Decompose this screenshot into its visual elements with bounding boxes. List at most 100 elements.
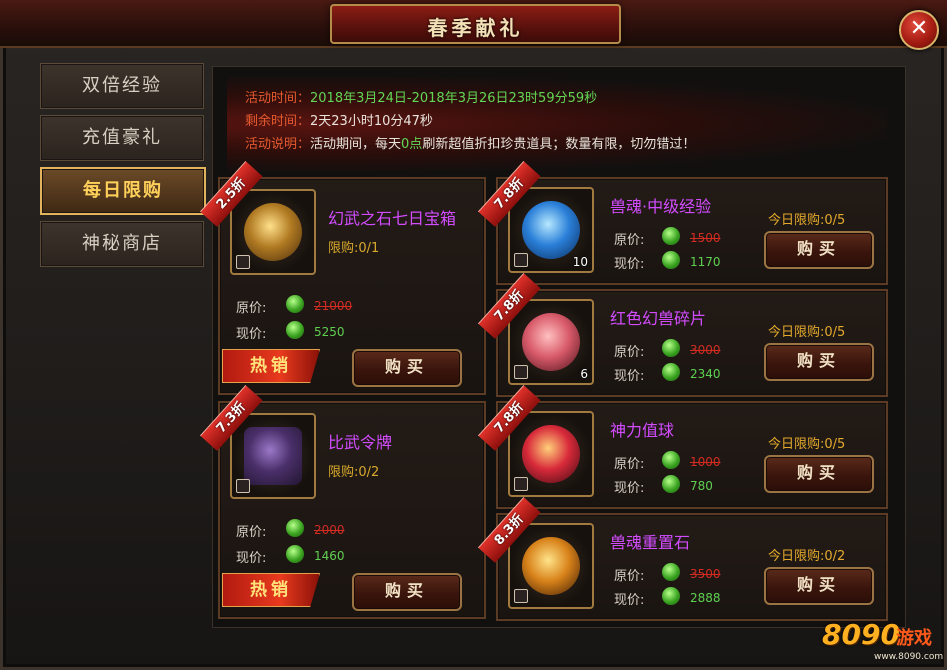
token-icon[interactable] bbox=[230, 413, 316, 499]
orig-price-label: 原价: bbox=[614, 233, 645, 248]
cur-price-label: 现价: bbox=[614, 257, 645, 272]
coin-icon bbox=[662, 363, 680, 381]
orig-price-label: 原价: bbox=[614, 569, 645, 584]
watermark-logo: 8090 游戏 www.8090.com bbox=[822, 618, 943, 664]
item-name: 神力值球 bbox=[610, 421, 675, 440]
watermark-text: 游戏 bbox=[896, 628, 932, 649]
remain-time-line: 剩余时间：2天23小时10分47秒 bbox=[245, 110, 433, 129]
treasure-chest-icon[interactable] bbox=[230, 189, 316, 275]
cur-price-label: 现价: bbox=[236, 327, 267, 342]
power-orb-icon[interactable] bbox=[508, 411, 594, 497]
hot-badge: 热销 bbox=[222, 573, 320, 607]
buy-button[interactable]: 购买 bbox=[764, 343, 874, 381]
item-count: 10 bbox=[572, 255, 588, 269]
cur-price-label: 现价: bbox=[614, 481, 645, 496]
item-image bbox=[244, 427, 302, 485]
coin-icon bbox=[662, 227, 680, 245]
remain-time-value: 2天23小时10分47秒 bbox=[310, 114, 433, 129]
coin-icon bbox=[286, 545, 304, 563]
item-card: 7.3折 比武令牌 限购:0/2 原价: 2000 现价: 1460 热销 购买 bbox=[199, 384, 486, 619]
item-card: 6 7.8折 红色幻兽碎片 今日限购:0/5 原价: 3000 现价: 2340… bbox=[477, 272, 888, 397]
today-limit: 今日限购:0/5 bbox=[768, 325, 846, 340]
old-price: 1500 bbox=[690, 231, 721, 245]
lock-icon bbox=[514, 253, 528, 267]
cur-price-label: 现价: bbox=[236, 551, 267, 566]
item-image bbox=[522, 425, 580, 483]
item-name: 比武令牌 bbox=[328, 433, 393, 452]
new-price: 5250 bbox=[314, 325, 345, 339]
exp-orb-icon[interactable]: 10 bbox=[508, 187, 594, 273]
item-card: 7.8折 神力值球 今日限购:0/5 原价: 1000 现价: 780 购买 bbox=[477, 384, 888, 509]
buy-button[interactable]: 购买 bbox=[352, 349, 462, 387]
item-image bbox=[244, 203, 302, 261]
cur-price-label: 现价: bbox=[614, 593, 645, 608]
event-desc-highlight: 0点 bbox=[401, 137, 423, 152]
lock-icon bbox=[236, 255, 250, 269]
item-count: 6 bbox=[580, 367, 588, 381]
event-desc-post: 刷新超值折扣珍贵道具；数量有限，切勿错过！ bbox=[422, 137, 696, 152]
coin-icon bbox=[662, 563, 680, 581]
event-desc-label: 活动说明： bbox=[245, 137, 311, 152]
event-desc-pre: 活动期间，每天 bbox=[310, 137, 402, 152]
tab-mystery-shop[interactable]: 神秘商店 bbox=[40, 221, 204, 267]
item-image bbox=[522, 537, 580, 595]
buy-button[interactable]: 购买 bbox=[764, 231, 874, 269]
event-time-label: 活动时间： bbox=[245, 91, 311, 106]
old-price: 1000 bbox=[690, 455, 721, 469]
event-time-value: 2018年3月24日-2018年3月26日23时59分59秒 bbox=[310, 91, 598, 106]
red-lotus-icon[interactable]: 6 bbox=[508, 299, 594, 385]
new-price: 2888 bbox=[690, 591, 721, 605]
coin-icon bbox=[286, 519, 304, 537]
event-time-line: 活动时间：2018年3月24日-2018年3月26日23时59分59秒 bbox=[245, 87, 597, 106]
orig-price-label: 原价: bbox=[236, 525, 267, 540]
lock-icon bbox=[514, 589, 528, 603]
item-name: 兽魂重置石 bbox=[610, 533, 691, 552]
today-limit: 今日限购:0/5 bbox=[768, 213, 846, 228]
coin-icon bbox=[662, 587, 680, 605]
new-price: 780 bbox=[690, 479, 713, 493]
main-panel: 活动时间：2018年3月24日-2018年3月26日23时59分59秒 剩余时间… bbox=[199, 66, 906, 628]
old-price: 2000 bbox=[314, 523, 345, 537]
item-name: 兽魂·中级经验 bbox=[610, 197, 712, 216]
item-limit: 限购:0/1 bbox=[328, 241, 380, 256]
buy-button[interactable]: 购买 bbox=[764, 455, 874, 493]
event-info: 活动时间：2018年3月24日-2018年3月26日23时59分59秒 剩余时间… bbox=[227, 77, 887, 171]
old-price: 3500 bbox=[690, 567, 721, 581]
orig-price-label: 原价: bbox=[614, 345, 645, 360]
lock-icon bbox=[236, 479, 250, 493]
item-image bbox=[522, 201, 580, 259]
event-desc-line: 活动说明：活动期间，每天0点刷新超值折扣珍贵道具；数量有限，切勿错过！ bbox=[245, 133, 695, 152]
tab-daily-limited[interactable]: 每日限购 bbox=[40, 167, 206, 215]
item-card: 10 7.8折 兽魂·中级经验 今日限购:0/5 原价: 1500 现价: 11… bbox=[477, 160, 888, 285]
item-image bbox=[522, 313, 580, 371]
window-title: 春季献礼 bbox=[427, 16, 524, 40]
coin-icon bbox=[662, 451, 680, 469]
window-frame: 春季献礼 ✕ 双倍经验 充值豪礼 每日限购 神秘商店 活动时间：2018年3月2… bbox=[0, 0, 947, 670]
tab-list: 双倍经验 充值豪礼 每日限购 神秘商店 bbox=[40, 63, 206, 273]
tab-double-exp[interactable]: 双倍经验 bbox=[40, 63, 204, 109]
cur-price-label: 现价: bbox=[614, 369, 645, 384]
item-card: 8.3折 兽魂重置石 今日限购:0/2 原价: 3500 现价: 2888 购买 bbox=[477, 496, 888, 621]
item-name: 幻武之石七日宝箱 bbox=[328, 209, 457, 228]
coin-icon bbox=[662, 475, 680, 493]
close-button[interactable]: ✕ bbox=[899, 10, 939, 50]
lock-icon bbox=[514, 477, 528, 491]
today-limit: 今日限购:0/5 bbox=[768, 437, 846, 452]
hot-badge: 热销 bbox=[222, 349, 320, 383]
orig-price-label: 原价: bbox=[614, 457, 645, 472]
remain-time-label: 剩余时间： bbox=[245, 114, 311, 129]
tab-recharge-gift[interactable]: 充值豪礼 bbox=[40, 115, 204, 161]
reset-stone-icon[interactable] bbox=[508, 523, 594, 609]
new-price: 1170 bbox=[690, 255, 721, 269]
today-limit: 今日限购:0/2 bbox=[768, 549, 846, 564]
coin-icon bbox=[662, 251, 680, 269]
coin-icon bbox=[286, 295, 304, 313]
old-price: 3000 bbox=[690, 343, 721, 357]
watermark-number: 8090 bbox=[822, 618, 900, 651]
title-bar: 春季献礼 bbox=[0, 0, 947, 48]
title-plate: 春季献礼 bbox=[330, 4, 621, 44]
buy-button[interactable]: 购买 bbox=[764, 567, 874, 605]
buy-button[interactable]: 购买 bbox=[352, 573, 462, 611]
new-price: 1460 bbox=[314, 549, 345, 563]
old-price: 21000 bbox=[314, 299, 353, 313]
